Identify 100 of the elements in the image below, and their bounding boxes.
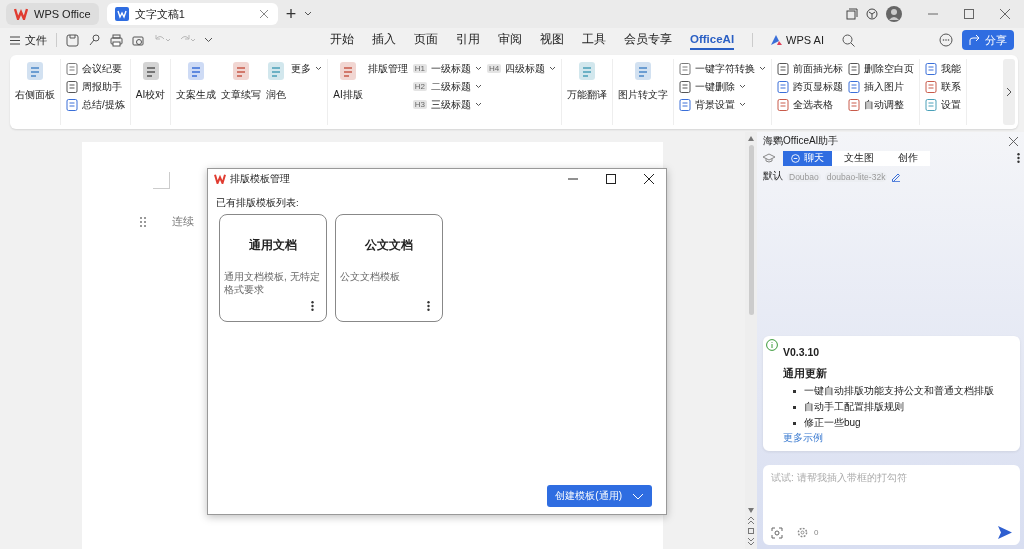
- more-options-icon[interactable]: [1017, 153, 1020, 163]
- previous-page-icon[interactable]: [748, 517, 754, 524]
- send-icon[interactable]: [998, 526, 1012, 539]
- ribbon-button[interactable]: 图片转文字: [618, 59, 669, 125]
- page-select-icon[interactable]: [748, 528, 754, 534]
- ribbon-item[interactable]: 前面插光标: [777, 60, 844, 77]
- maximize-icon[interactable]: [606, 174, 616, 184]
- ribbon-item[interactable]: 插入图片: [848, 78, 915, 95]
- close-icon[interactable]: [644, 174, 654, 184]
- bullet-icon: [793, 421, 796, 425]
- more-options-icon[interactable]: [311, 301, 314, 311]
- template-card[interactable]: 通用文档 通用文档模板, 无特定格式要求: [219, 214, 327, 322]
- create-template-button[interactable]: 创建模板(通用): [547, 485, 652, 507]
- save-icon[interactable]: [66, 33, 79, 47]
- search-icon[interactable]: [842, 33, 855, 47]
- document-tab[interactable]: WPS Office: [6, 3, 99, 25]
- ribbon-tab[interactable]: 工具: [582, 28, 606, 52]
- template-card[interactable]: 公文文档 公文文档模板: [335, 214, 443, 322]
- ribbon-button[interactable]: AI校对: [135, 59, 166, 125]
- next-page-icon[interactable]: [748, 538, 754, 545]
- document-icon: [777, 62, 790, 75]
- ribbon-item[interactable]: H1 一级标题: [412, 60, 482, 77]
- print-icon[interactable]: [110, 33, 123, 47]
- caret-icon: [474, 84, 482, 89]
- document-icon: [66, 80, 78, 93]
- bullet-icon: [793, 405, 796, 409]
- ribbon-item[interactable]: 周报助手: [66, 78, 125, 95]
- screenshot-icon[interactable]: [771, 526, 783, 539]
- caret-icon[interactable]: [304, 11, 313, 17]
- document-icon: [577, 61, 598, 81]
- ribbon-item[interactable]: H2 二级标题: [412, 78, 482, 95]
- caret-icon: [739, 102, 747, 107]
- window-copy-icon[interactable]: [846, 8, 858, 20]
- document-icon: [266, 61, 287, 81]
- ribbon-item[interactable]: 一键字符转换: [679, 60, 767, 77]
- ribbon-button[interactable]: 润色: [266, 59, 287, 125]
- graduation-cap-icon[interactable]: [763, 153, 775, 163]
- panel-tab[interactable]: 文生图: [832, 150, 886, 166]
- ribbon-item[interactable]: 删除空白页: [848, 60, 915, 77]
- scroll-up-icon[interactable]: [748, 136, 754, 141]
- settings-icon[interactable]: [797, 527, 808, 538]
- ribbon-item[interactable]: 排版管理: [367, 60, 408, 77]
- chat-input-field[interactable]: 试试: 请帮我插入带框的打勾符: [771, 471, 1012, 526]
- drag-handle-icon[interactable]: [140, 216, 146, 227]
- chat-input-box[interactable]: 试试: 请帮我插入带框的打勾符 0: [763, 465, 1020, 545]
- ribbon-tab[interactable]: 审阅: [498, 28, 522, 52]
- heading-badge: H3: [412, 100, 427, 109]
- ribbon-item[interactable]: 跨页显标题: [777, 78, 844, 95]
- ribbon-tab[interactable]: 页面: [414, 28, 438, 52]
- ribbon-item[interactable]: 我能: [925, 60, 962, 77]
- heading-badge: H1: [412, 64, 427, 73]
- ribbon-tab[interactable]: 开始: [330, 28, 354, 52]
- chat-bubble-icon[interactable]: [939, 33, 953, 47]
- ribbon-item[interactable]: 设置: [925, 96, 962, 113]
- share-icon: [969, 34, 981, 46]
- ribbon-button[interactable]: 右侧面板: [15, 59, 55, 125]
- document-icon: [140, 61, 161, 81]
- document-icon: [925, 80, 938, 93]
- wps-logo-icon: [14, 8, 28, 20]
- ribbon-button[interactable]: AI排版: [333, 59, 363, 125]
- ribbon-item[interactable]: 背景设置: [679, 96, 767, 113]
- panel-tab[interactable]: 聊天: [783, 150, 832, 166]
- ribbon-tab[interactable]: 视图: [540, 28, 564, 52]
- ribbon-item[interactable]: 更多: [291, 60, 323, 77]
- ribbon-item[interactable]: H4 四级标题: [486, 60, 557, 77]
- file-menu[interactable]: 文件: [25, 32, 47, 48]
- avatar-icon[interactable]: [886, 6, 902, 22]
- scroll-down-icon[interactable]: [748, 508, 754, 513]
- document-icon: [66, 98, 78, 111]
- caret-icon[interactable]: [204, 37, 213, 43]
- caret-icon: [549, 66, 557, 71]
- ribbon-tab[interactable]: 插入: [372, 28, 396, 52]
- ribbon-item[interactable]: 全选表格: [777, 96, 844, 113]
- panel-tab[interactable]: 创作: [886, 150, 930, 166]
- caret-icon: [739, 84, 747, 89]
- menu-icon[interactable]: [10, 35, 20, 45]
- pencil-icon[interactable]: [891, 171, 902, 182]
- wps-ai-tab[interactable]: WPS AI: [771, 34, 824, 46]
- ribbon-item[interactable]: H3 三级标题: [412, 96, 482, 113]
- scrollbar-thumb[interactable]: [748, 145, 754, 315]
- more-examples-link[interactable]: 更多示例: [783, 432, 823, 443]
- ribbon-item[interactable]: 联系: [925, 78, 962, 95]
- close-tab-icon[interactable]: [259, 10, 268, 18]
- ribbon-button[interactable]: 文案生成: [176, 59, 217, 125]
- ribbon-item[interactable]: 自动调整: [848, 96, 915, 113]
- share-button[interactable]: 分享: [962, 30, 1014, 50]
- chevron-right-icon: [1006, 87, 1012, 97]
- ribbon-item[interactable]: 总结/提炼: [66, 96, 125, 113]
- ribbon-item[interactable]: 会议纪要: [66, 60, 125, 77]
- ribbon-button[interactable]: 万能翻译: [567, 59, 608, 125]
- ribbon-tab[interactable]: 会员专享: [624, 28, 672, 52]
- new-tab-button[interactable]: +: [285, 3, 297, 25]
- ribbon-button[interactable]: 文章续写: [221, 59, 262, 125]
- more-options-icon[interactable]: [427, 301, 430, 311]
- ribbon-tab[interactable]: 引用: [456, 28, 480, 52]
- ribbon-tab[interactable]: OfficeAI: [690, 30, 735, 50]
- document-tab[interactable]: 文字文稿1: [106, 3, 278, 25]
- print-preview-icon[interactable]: [132, 33, 145, 47]
- document-icon: [186, 61, 207, 81]
- ribbon-item[interactable]: 一键删除: [679, 78, 767, 95]
